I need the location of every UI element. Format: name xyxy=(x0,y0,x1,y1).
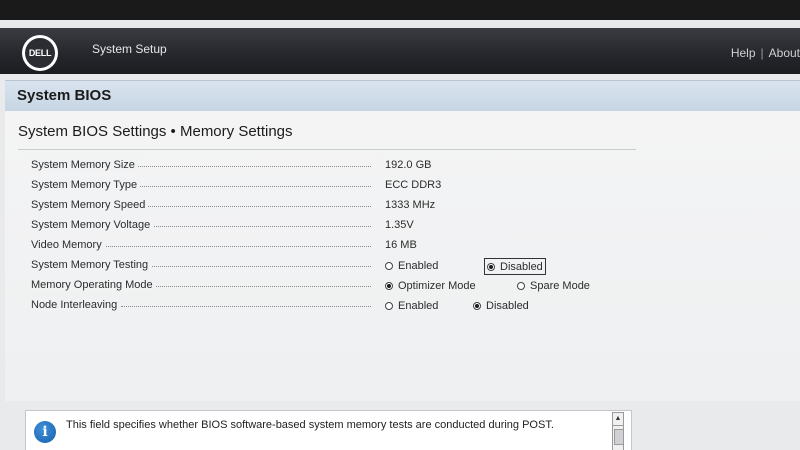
setting-label: System Memory Type xyxy=(31,179,141,191)
node-interleaving-enabled-radio[interactable]: Enabled xyxy=(383,298,440,314)
setting-label: System Memory Size xyxy=(31,159,138,171)
dotted-leader xyxy=(121,206,371,207)
dotted-leader xyxy=(121,266,371,267)
radio-label: Spare Mode xyxy=(530,280,590,292)
radio-circle-icon xyxy=(385,302,393,310)
radio-label: Enabled xyxy=(398,300,439,312)
scroll-up-arrow-icon[interactable]: ▲ xyxy=(613,413,623,426)
setting-value: 1.35V xyxy=(385,219,414,231)
about-link[interactable]: About xyxy=(769,46,800,60)
setting-value: 192.0 GB xyxy=(385,159,432,171)
breadcrumb-divider xyxy=(18,149,636,150)
setting-label: System Memory Voltage xyxy=(31,219,154,231)
setting-row-memory-speed: System Memory Speed 1333 MHz xyxy=(31,197,631,216)
setting-row-memory-operating-mode: Memory Operating Mode Optimizer Mode Spa… xyxy=(31,277,631,296)
settings-panel: System BIOS Settings • Memory Settings S… xyxy=(5,111,800,401)
help-scrollbar[interactable]: ▲ xyxy=(612,412,624,450)
setting-value: ECC DDR3 xyxy=(385,179,442,191)
setting-row-node-interleaving: Node Interleaving Enabled Disabled xyxy=(31,297,631,316)
setting-label: Video Memory xyxy=(31,239,105,251)
app-title: System Setup xyxy=(92,42,167,56)
radio-circle-icon xyxy=(385,262,393,270)
setting-row-memory-testing: System Memory Testing Enabled Disabled xyxy=(31,257,631,276)
top-bar: DELL System Setup Help | About xyxy=(0,28,800,74)
radio-selected-icon xyxy=(487,262,495,271)
radio-label: Enabled xyxy=(398,260,439,272)
radio-label: Disabled xyxy=(486,300,529,312)
optimizer-mode-radio[interactable]: Optimizer Mode xyxy=(383,278,478,294)
link-separator: | xyxy=(760,46,764,60)
help-panel: i This field specifies whether BIOS soft… xyxy=(25,410,632,450)
setting-row-video-memory: Video Memory 16 MB xyxy=(31,237,631,256)
setting-row-memory-size: System Memory Size 192.0 GB xyxy=(31,157,631,176)
page-breadcrumb: System BIOS Settings • Memory Settings xyxy=(18,123,293,140)
radio-label: Optimizer Mode xyxy=(398,280,476,292)
radio-circle-icon xyxy=(517,282,525,290)
bios-screen: DELL System Setup Help | About System BIOS… xyxy=(0,20,800,450)
scroll-thumb[interactable] xyxy=(614,429,624,445)
dotted-leader xyxy=(91,246,371,247)
dotted-leader xyxy=(121,226,371,227)
setting-value: 1333 MHz xyxy=(385,199,436,211)
setting-label: Memory Operating Mode xyxy=(31,279,156,291)
dotted-leader xyxy=(121,306,371,307)
dell-logo-text: DELL xyxy=(25,38,55,68)
dell-logo: DELL xyxy=(22,35,58,71)
setting-label: System Memory Speed xyxy=(31,199,149,211)
dotted-leader xyxy=(121,166,371,167)
section-header: System BIOS xyxy=(5,80,800,112)
help-link[interactable]: Help xyxy=(731,46,756,60)
setting-row-memory-type: System Memory Type ECC DDR3 xyxy=(31,177,631,196)
info-icon: i xyxy=(34,421,56,443)
dotted-leader xyxy=(121,186,371,187)
help-text: This field specifies whether BIOS softwa… xyxy=(66,419,554,431)
top-links: Help | About xyxy=(731,46,800,60)
memory-testing-enabled-radio[interactable]: Enabled xyxy=(383,258,440,274)
section-title: System BIOS xyxy=(17,87,112,104)
setting-label: Node Interleaving xyxy=(31,299,121,311)
radio-label: Disabled xyxy=(500,260,543,273)
setting-value: 16 MB xyxy=(385,239,417,251)
node-interleaving-disabled-radio[interactable]: Disabled xyxy=(471,298,531,314)
dotted-leader xyxy=(121,286,371,287)
radio-selected-icon xyxy=(385,282,393,290)
spare-mode-radio[interactable]: Spare Mode xyxy=(515,278,592,294)
radio-selected-icon xyxy=(473,302,481,310)
setting-label: System Memory Testing xyxy=(31,259,152,271)
setting-row-memory-voltage: System Memory Voltage 1.35V xyxy=(31,217,631,236)
memory-testing-disabled-radio[interactable]: Disabled xyxy=(484,258,546,275)
